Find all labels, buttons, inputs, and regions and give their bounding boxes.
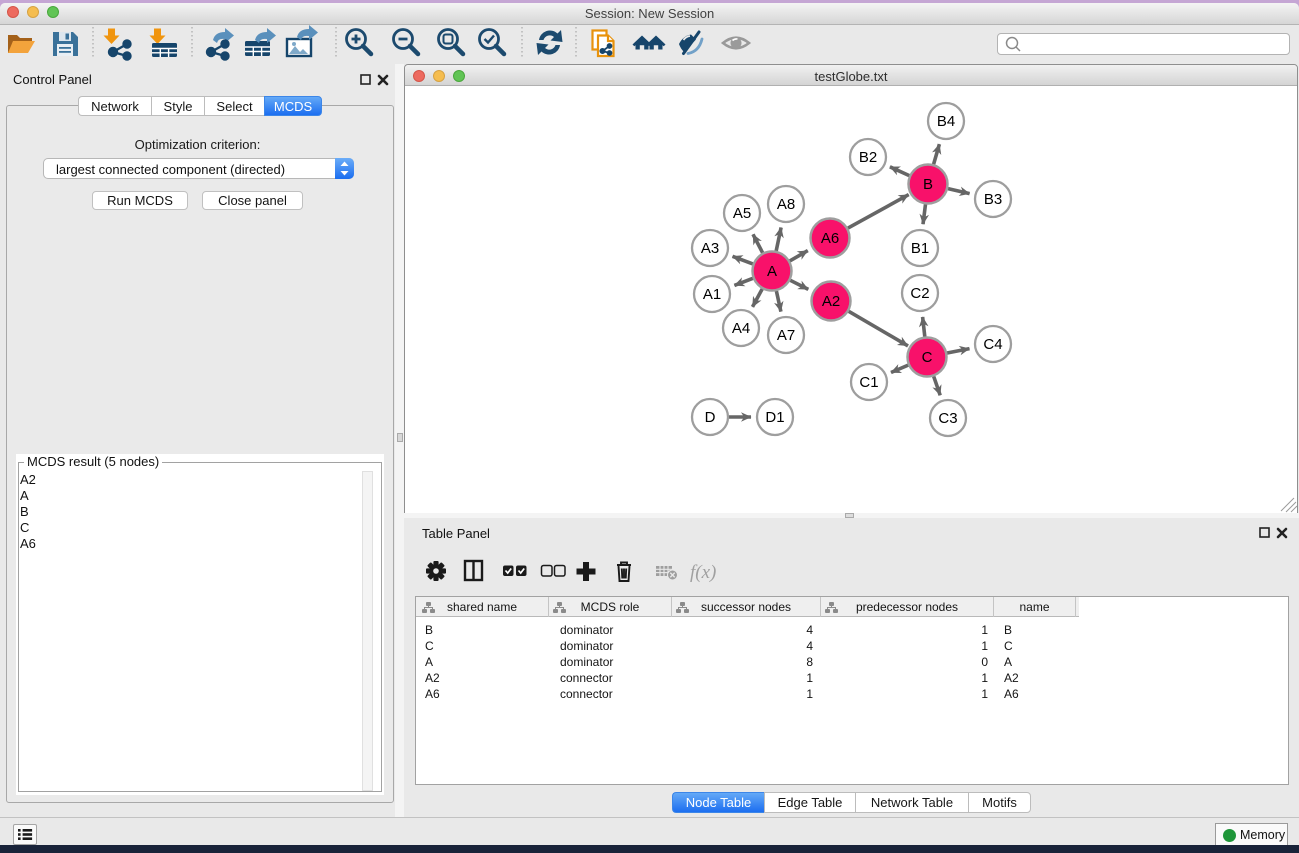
svg-text:A8: A8 [777,196,795,213]
svg-text:A7: A7 [777,327,795,344]
svg-text:B: B [923,176,933,193]
svg-text:A3: A3 [701,240,719,257]
svg-text:A6: A6 [821,230,839,247]
svg-text:B4: B4 [937,113,955,130]
svg-text:C: C [922,349,933,366]
svg-text:C4: C4 [983,336,1002,353]
svg-text:C3: C3 [938,410,957,427]
svg-text:A1: A1 [703,286,721,303]
svg-text:B2: B2 [859,149,877,166]
svg-text:A2: A2 [822,293,840,310]
svg-text:D: D [705,409,716,426]
svg-text:C2: C2 [910,285,929,302]
svg-text:A4: A4 [732,320,750,337]
svg-text:A5: A5 [733,205,751,222]
svg-text:B1: B1 [911,240,929,257]
svg-text:C1: C1 [859,374,878,391]
svg-text:A: A [767,263,777,280]
svg-text:D1: D1 [765,409,784,426]
svg-text:B3: B3 [984,191,1002,208]
svg-text:f(x): f(x) [690,562,716,583]
